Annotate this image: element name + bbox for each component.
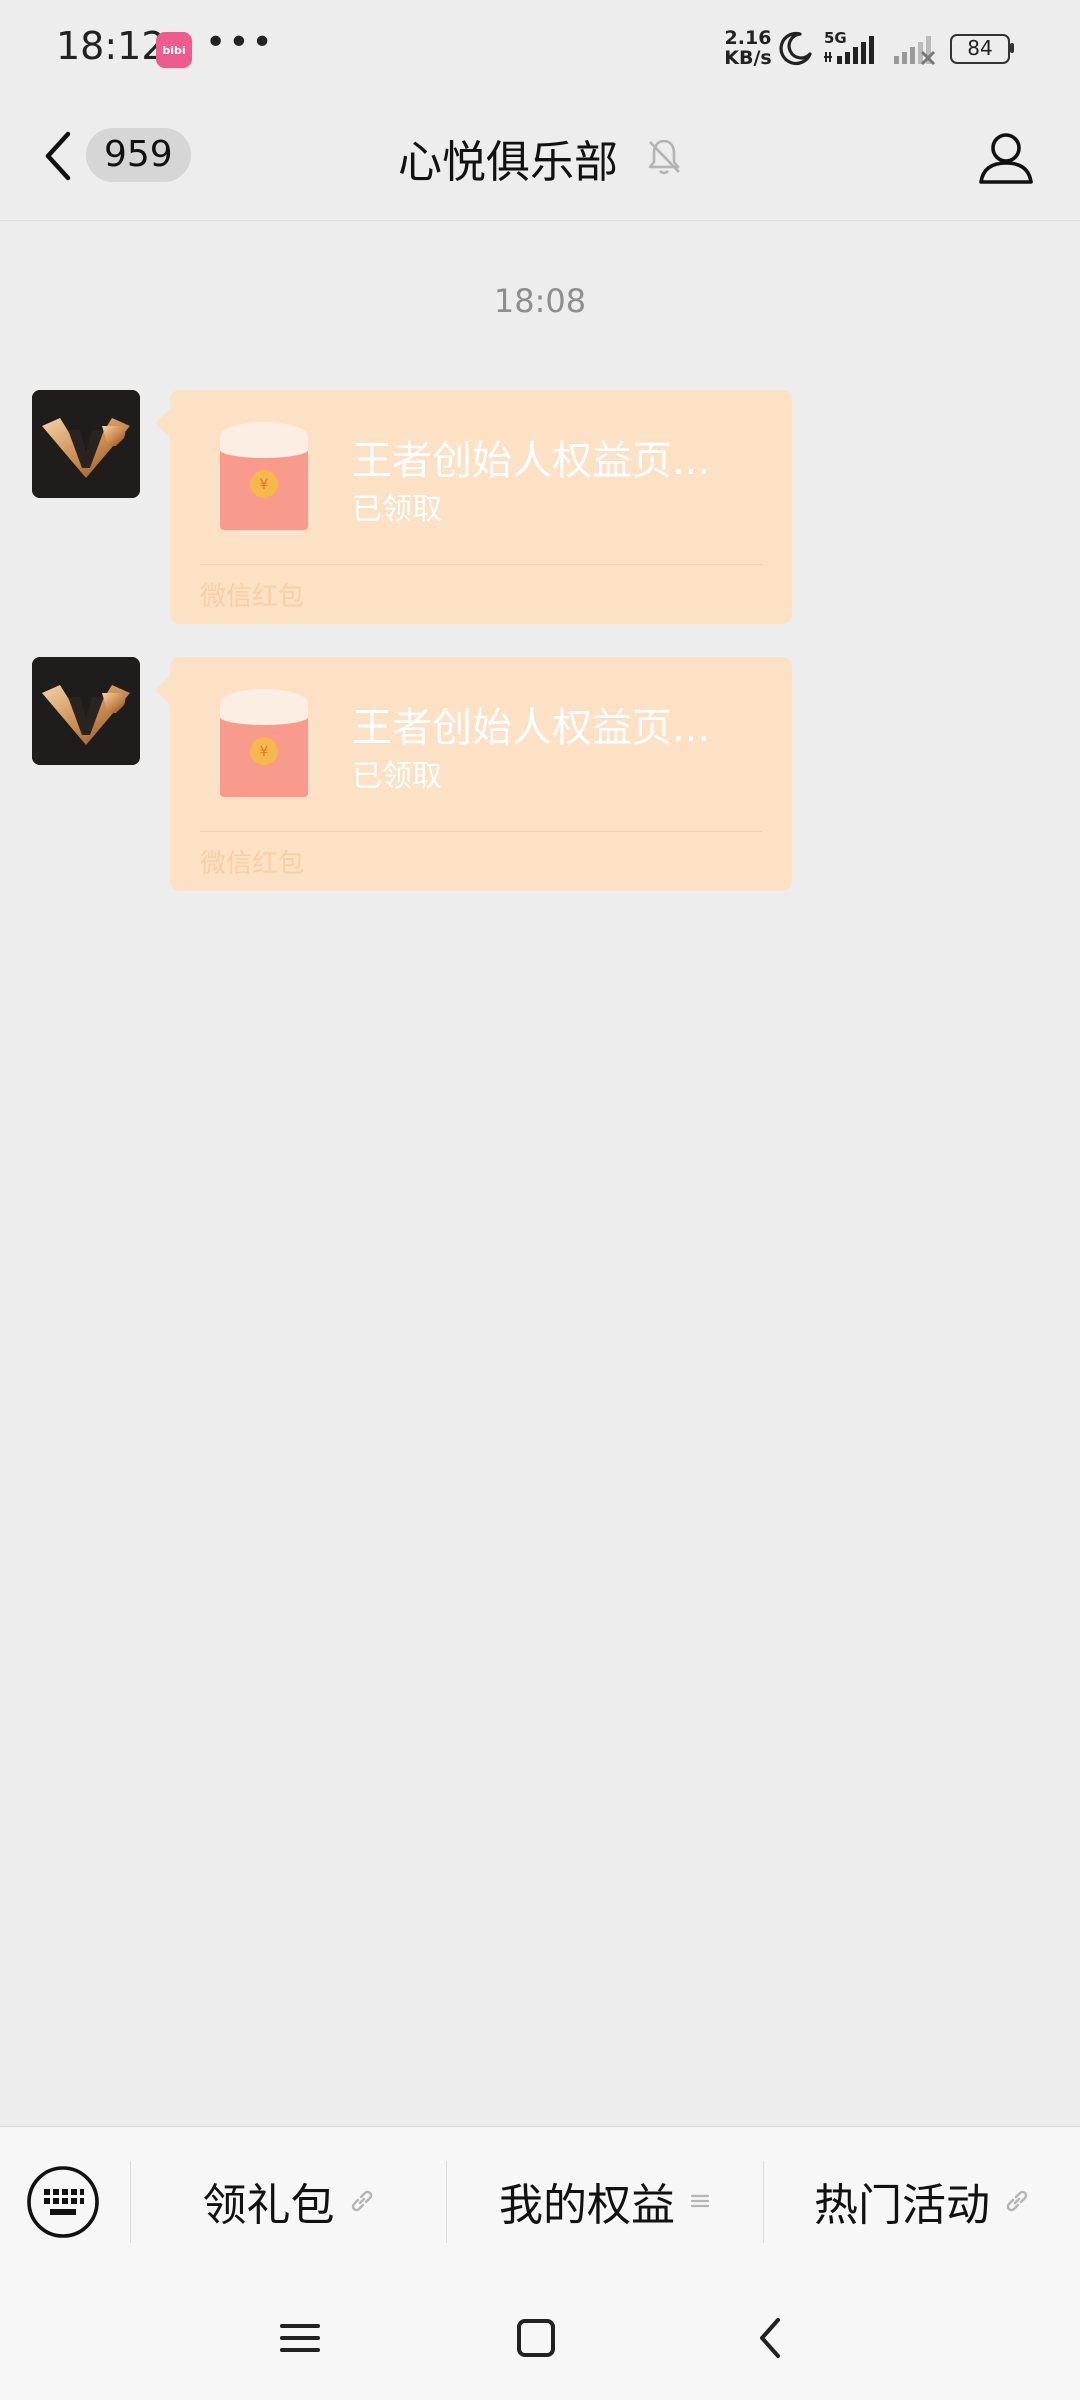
chat-info-person-icon[interactable] (976, 128, 1036, 188)
vip-logo-icon (32, 657, 140, 765)
sender-avatar-vip[interactable] (32, 657, 140, 765)
menu-item-label: 我的权益 (499, 2180, 675, 2231)
menu-item-gift-pack[interactable]: 领礼包 (131, 2127, 446, 2275)
network-type-label: 5G (824, 30, 847, 47)
battery-level: 84 (967, 36, 993, 60)
menu-item-hot-events[interactable]: 热门活动 (764, 2127, 1080, 2275)
red-packet-status: 已领取 (352, 759, 442, 794)
chat-header: 959 心悦俱乐部 (0, 100, 1080, 221)
signal-no-service-icon (894, 36, 936, 66)
signal-5g-icon: 5G (824, 30, 874, 64)
message-row: ¥ 王者创始人权益页... 已领取 微信红包 (0, 390, 1080, 630)
recent-apps-menu-icon[interactable] (272, 2310, 328, 2366)
chat-title: 心悦俱乐部 (398, 137, 618, 188)
red-packet-divider (200, 564, 762, 565)
svg-text:¥: ¥ (260, 744, 269, 760)
red-envelope-icon: ¥ (220, 689, 308, 797)
link-icon (1006, 2190, 1028, 2212)
official-account-menu: 领礼包 我的权益 热门活动 (0, 2126, 1080, 2275)
system-navigation-bar (0, 2274, 1080, 2400)
red-packet-footer-label: 微信红包 (200, 582, 305, 612)
red-packet-message[interactable]: ¥ 王者创始人权益页... 已领取 微信红包 (155, 657, 792, 891)
red-packet-message[interactable]: ¥ 王者创始人权益页... 已领取 微信红包 (155, 390, 792, 624)
home-square-icon[interactable] (508, 2310, 564, 2366)
notification-app-icon-text: bibi (162, 43, 186, 57)
red-packet-title: 王者创始人权益页... (352, 705, 711, 751)
message-timestamp: 18:08 (493, 282, 587, 320)
link-icon (351, 2190, 372, 2212)
network-speed-unit: KB/s (724, 47, 772, 69)
more-notifications-icon: ••• (205, 22, 275, 63)
keyboard-toggle-button[interactable] (26, 2165, 100, 2239)
muted-bell-icon (648, 139, 680, 175)
battery-icon: 84 (950, 34, 1014, 64)
do-not-disturb-moon-icon (779, 31, 812, 66)
list-icon (690, 2194, 710, 2208)
menu-item-label: 领礼包 (202, 2180, 335, 2231)
network-speed-value: 2.16 (724, 27, 772, 49)
vip-logo-icon (32, 390, 140, 498)
menu-item-my-benefits[interactable]: 我的权益 (447, 2127, 763, 2275)
sender-avatar-vip[interactable] (32, 390, 140, 498)
red-packet-status: 已领取 (352, 492, 442, 527)
status-time: 18:12 (56, 24, 166, 68)
notification-app-icon: bibi (156, 32, 192, 68)
red-packet-footer-label: 微信红包 (200, 849, 305, 879)
svg-text:¥: ¥ (260, 477, 269, 493)
red-envelope-icon: ¥ (220, 422, 308, 530)
network-speed: 2.16 KB/s (720, 28, 776, 68)
status-bar: 18:12 bibi ••• 2.16 KB/s 5G 84 (0, 0, 1080, 100)
back-chevron-icon[interactable] (744, 2310, 800, 2366)
red-packet-divider (200, 831, 762, 832)
red-packet-title: 王者创始人权益页... (352, 438, 711, 484)
menu-item-label: 热门活动 (814, 2180, 990, 2231)
message-row: ¥ 王者创始人权益页... 已领取 微信红包 (0, 657, 1080, 897)
